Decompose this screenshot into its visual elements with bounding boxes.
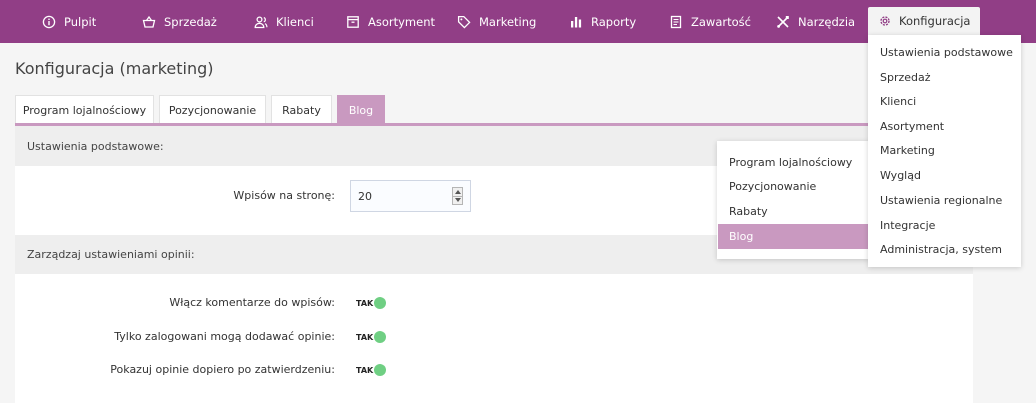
config-menu-item-asortyment[interactable]: Asortyment [868,114,944,139]
config-menu-item-klienci[interactable]: Klienci [868,89,916,114]
toggle-state-text: TAK [356,365,374,375]
config-menu-item-administracja-system[interactable]: Administracja, system [868,237,1002,262]
nav-item-zawartosc[interactable]: Zawartość [669,0,751,43]
nav-item-pulpit[interactable]: Pulpit [42,0,96,43]
config-menu-item-integracje[interactable]: Integracje [868,213,935,238]
spinner-down-icon[interactable] [455,198,461,202]
logged-only-label: Tylko zalogowani mogą dodawać opinie: [114,330,335,343]
moderation-label: Pokazuj opinie dopiero po zatwierdzeniu: [110,363,335,376]
submenu-item-pozycjonowanie[interactable]: Pozycjonowanie [717,174,869,199]
toggle-on-indicator [374,364,387,376]
toggle-on-indicator [374,331,387,343]
nav-item-label: Marketing [479,14,537,29]
per-page-input[interactable]: 20 [350,180,471,212]
nav-item-label: Klienci [276,14,314,29]
comments-enabled-toggle[interactable]: TAK [356,297,387,309]
nav-item-sprzedaz[interactable]: Sprzedaż [142,0,217,43]
nav-item-marketing[interactable]: Marketing [457,0,536,43]
tab-blog[interactable]: Blog [337,95,385,124]
submenu-item-blog[interactable]: Blog [718,224,868,249]
box-icon [346,15,360,29]
bar-chart-icon [569,15,583,29]
nav-item-raporty[interactable]: Raporty [569,0,636,43]
logged-only-toggle[interactable]: TAK [356,331,387,343]
basket-icon [142,15,156,29]
document-icon [669,15,683,29]
toggle-state-text: TAK [356,298,374,308]
config-menu-item-sprzedaz[interactable]: Sprzedaż [868,65,931,90]
spinner-divider [453,196,462,197]
toggle-state-text: TAK [356,332,374,342]
nav-item-label: Asortyment [368,14,436,29]
gear-icon [878,14,892,28]
config-menu-item-ustawienia-regionalne[interactable]: Ustawienia regionalne [868,188,1002,213]
tab-pozycjonowanie[interactable]: Pozycjonowanie [159,95,266,124]
marketing-submenu: Program lojalnościowy Pozycjonowanie Rab… [717,141,869,259]
nav-item-label: Sprzedaż [164,14,217,29]
nav-item-narzedzia[interactable]: Narzędzia [776,0,855,43]
config-menu-item-ustawienia-podstawowe[interactable]: Ustawienia podstawowe [868,40,1013,65]
nav-item-asortyment[interactable]: Asortyment [346,0,435,43]
spinner-up-icon[interactable] [455,190,461,194]
per-page-label: Wpisów na stronę: [233,189,335,202]
comments-enabled-label: Włącz komentarze do wpisów: [169,296,335,309]
config-menu: Ustawienia podstawowe Sprzedaż Klienci A… [868,35,1021,267]
nav-item-label: Narzędzia [798,14,856,29]
page-title: Konfiguracja (marketing) [15,59,214,78]
config-menu-item-wyglad[interactable]: Wygląd [868,163,921,188]
toggle-on-indicator [374,297,387,309]
moderation-toggle[interactable]: TAK [356,364,387,376]
config-menu-item-marketing[interactable]: Marketing [868,138,935,163]
nav-item-klienci[interactable]: Klienci [254,0,314,43]
tab-rabaty[interactable]: Rabaty [271,95,332,124]
submenu-item-rabaty[interactable]: Rabaty [717,199,869,224]
per-page-value: 20 [358,189,372,203]
nav-item-label: Konfiguracja [899,14,971,28]
nav-item-label: Pulpit [64,14,97,29]
nav-item-label: Raporty [591,14,637,29]
users-icon [254,15,268,29]
nav-item-label: Zawartość [691,14,751,29]
number-spinner[interactable] [452,187,463,205]
info-icon [42,15,56,29]
tab-program-lojalnosciowy[interactable]: Program lojalnościowy [15,95,154,124]
submenu-item-program-lojalnosciowy[interactable]: Program lojalnościowy [717,150,869,175]
tools-icon [776,15,790,29]
nav-item-konfiguracja[interactable]: Konfiguracja [868,7,981,35]
tag-icon [457,15,471,29]
